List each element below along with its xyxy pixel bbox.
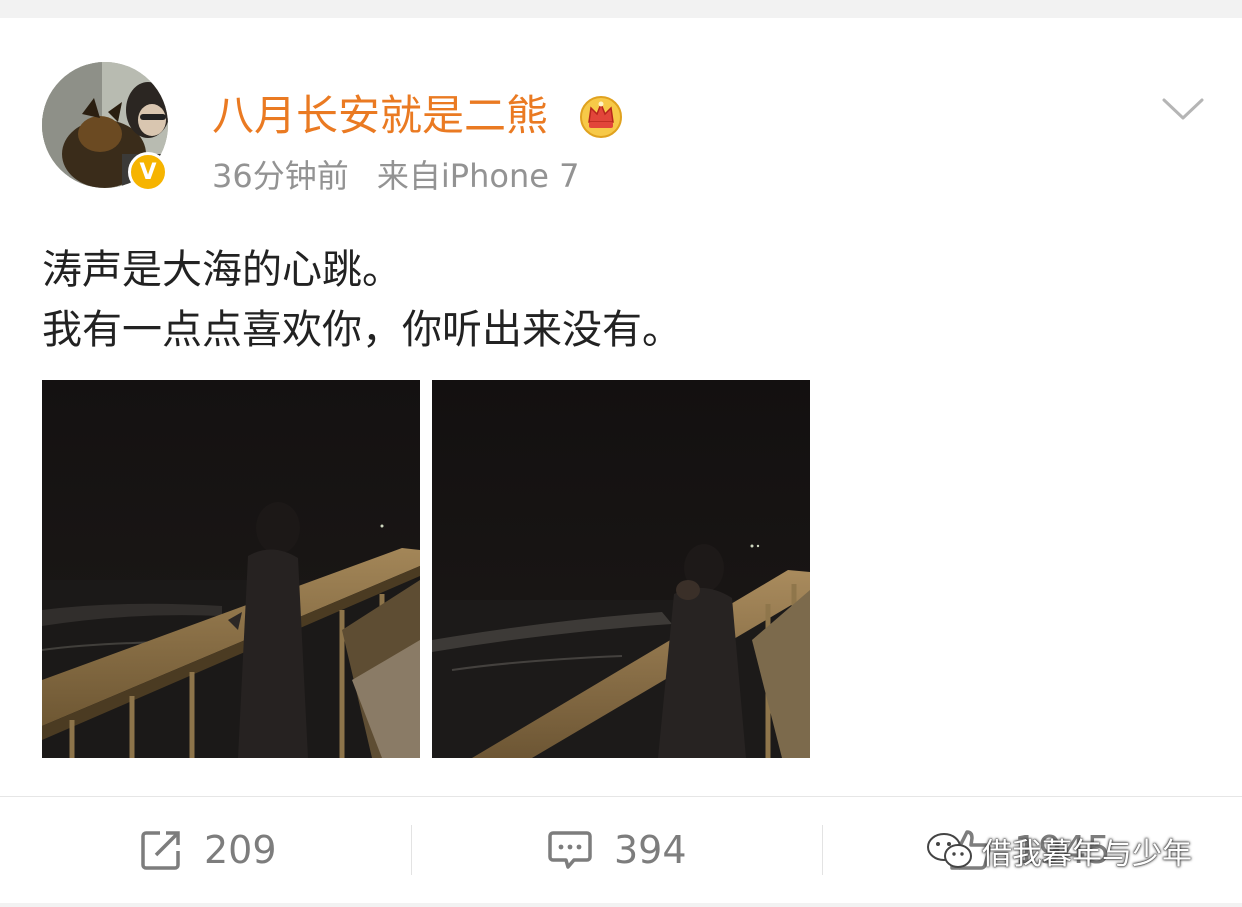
comment-icon <box>548 831 592 869</box>
post-time: 36分钟前 <box>212 157 349 195</box>
post-source: 来自iPhone 7 <box>376 157 580 195</box>
post-text-line: 我有一点点喜欢你，你听出来没有。 <box>42 307 682 353</box>
comment-count: 394 <box>614 828 687 872</box>
action-separator <box>822 825 823 875</box>
verified-badge: V <box>128 152 168 192</box>
repost-icon <box>141 831 180 870</box>
post-text: 涛声是大海的心跳。 我有一点点喜欢你，你听出来没有。 <box>42 240 682 360</box>
night-sea-photo <box>42 380 420 758</box>
watermark: 借我暮年与少年 <box>926 826 1192 876</box>
username[interactable]: 八月长安就是二熊 <box>212 88 548 144</box>
crown-icon[interactable] <box>578 92 624 138</box>
repost-count: 209 <box>204 828 277 872</box>
watermark-text: 借我暮年与少年 <box>982 837 1192 872</box>
post-image[interactable] <box>432 380 810 758</box>
post-image[interactable] <box>42 380 420 758</box>
post-meta: 36分钟前 来自iPhone 7 <box>212 154 597 198</box>
post-text-line: 涛声是大海的心跳。 <box>42 247 402 293</box>
night-sea-photo <box>432 380 810 758</box>
wechat-icon <box>927 833 972 868</box>
repost-button[interactable]: 209 <box>140 797 277 903</box>
action-separator <box>411 825 412 875</box>
comment-button[interactable]: 394 <box>548 797 687 903</box>
chevron-down-icon[interactable] <box>1160 94 1206 124</box>
bottom-strip <box>0 903 1242 907</box>
